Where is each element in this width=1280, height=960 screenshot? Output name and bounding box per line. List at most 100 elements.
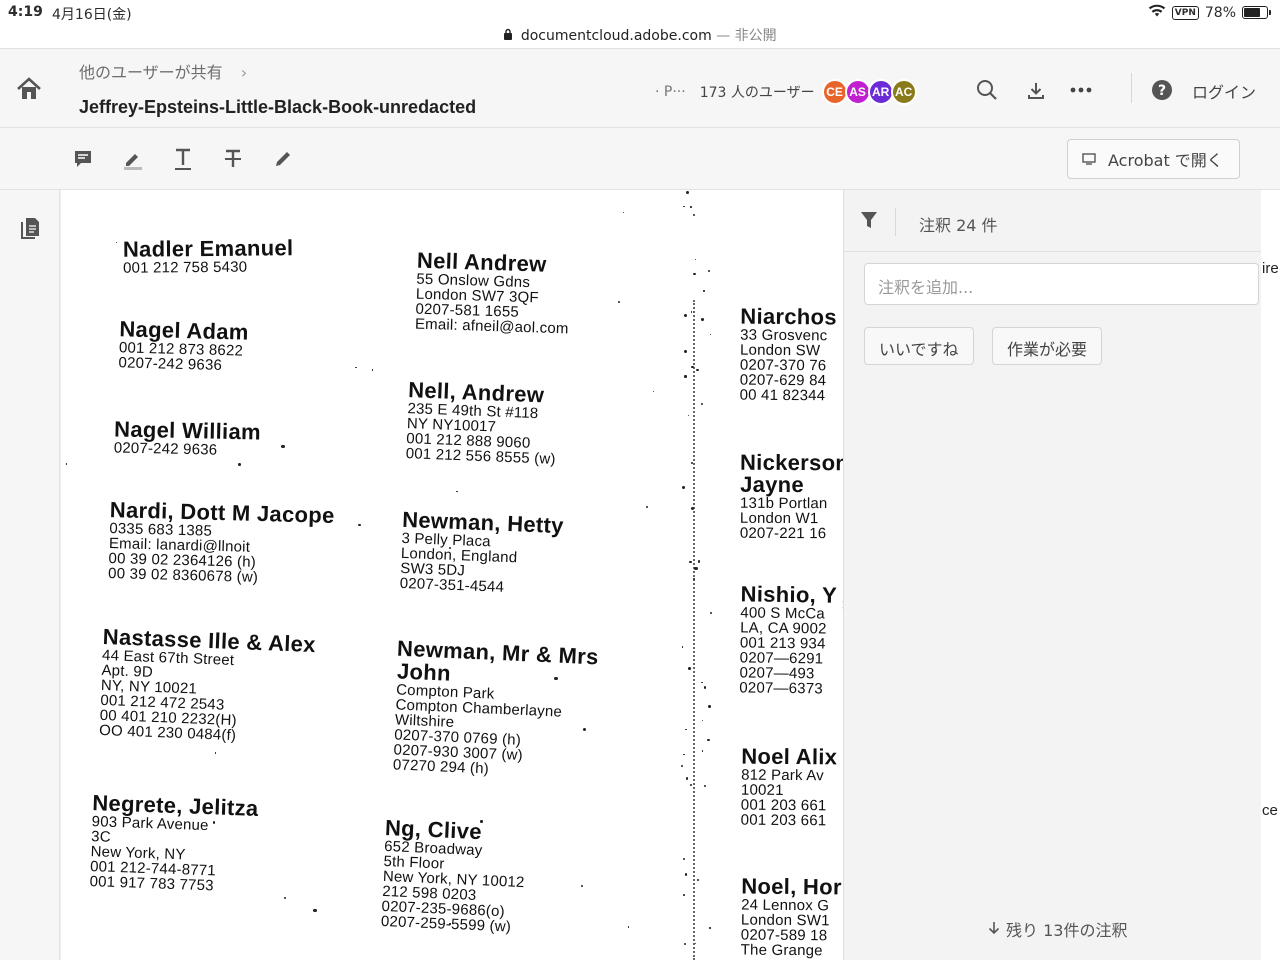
scan-speck — [693, 577, 696, 580]
download-icon[interactable] — [1023, 77, 1049, 103]
contact-entry: Nadler Emanuel 001 212 758 5430 — [123, 235, 294, 277]
text-underline-icon[interactable] — [170, 146, 196, 172]
scan-speck — [313, 908, 317, 913]
scan-speck — [683, 349, 687, 353]
document-viewer[interactable]: Nadler Emanuel 001 212 758 5430 Nagel Adam… — [61, 190, 843, 960]
add-comment-input[interactable]: 注釈を追加... — [864, 263, 1259, 305]
arrow-down-icon — [988, 920, 1000, 939]
scan-speck — [683, 205, 685, 208]
chevron-right-icon: › — [240, 63, 248, 82]
scan-speck — [687, 667, 691, 671]
contact-entry: John Compton Park Compton Chamberlayne Wilt… — [393, 658, 564, 779]
scan-speck — [697, 878, 700, 881]
contact-detail: 0207—6373 — [739, 679, 823, 698]
scan-speck — [681, 646, 684, 648]
contact-detail: The Grange — [740, 941, 823, 960]
scan-speck — [687, 414, 690, 417]
breadcrumb[interactable]: 他のユーザーが共有 › — [79, 59, 247, 83]
contact-entry: Nardi, Dott M Jacope 0335 683 1385 Email: … — [108, 497, 335, 587]
scan-speck — [580, 885, 583, 888]
contact-entry: Niarchos 33 Grosvenc London SW 0207-370 76 0… — [740, 304, 837, 405]
scan-speck — [689, 783, 692, 787]
scan-speck — [697, 560, 701, 563]
status-bar: 4:19 4月16日(金) documentcloud.adobe.com — … — [0, 0, 1280, 48]
scan-speck — [693, 272, 696, 276]
contact-entry: Negrete, Jelitza 903 Park Avenue 3C New Yor… — [89, 790, 259, 895]
scan-speck — [709, 333, 711, 336]
filter-icon[interactable] — [859, 210, 879, 234]
contact-name: Nishio, Y — [740, 581, 838, 608]
remaining-comments-link[interactable]: 残り 13件の注釈 — [988, 917, 1127, 941]
scan-speck — [684, 375, 687, 378]
avatar[interactable]: AR — [867, 79, 894, 105]
url-text: documentcloud.adobe.com — [520, 28, 712, 44]
comment-count: 注釈 24 件 — [919, 216, 998, 235]
pencil-icon[interactable] — [270, 146, 296, 172]
scan-speck — [701, 318, 704, 321]
contact-detail: 001 203 661 — [740, 811, 827, 830]
scan-speck — [703, 686, 707, 689]
contact-entry: Noel, Hor 24 Lennox G London SW1 0207-589 1… — [740, 874, 842, 960]
strikethrough-icon[interactable] — [220, 146, 246, 172]
remaining-comments-label: 残り 13件の注釈 — [1006, 921, 1128, 940]
scan-speck — [702, 720, 704, 722]
offscreen-text: ce — [1262, 802, 1278, 819]
open-in-acrobat-button[interactable]: Acrobat で開く — [1067, 139, 1240, 179]
header-separator — [895, 208, 896, 236]
contact-detail: 001 212 758 5430 — [123, 258, 248, 277]
comments-panel: 注釈 24 件 注釈を追加... いいですね 作業が必要 残り 13件の注釈 — [843, 190, 1262, 960]
scan-speck — [692, 214, 695, 217]
scan-speck — [684, 728, 687, 731]
scan-speck — [449, 923, 451, 925]
search-icon[interactable] — [974, 77, 1000, 103]
document-title: Jeffrey-Epsteins-Little-Black-Book-unred… — [79, 97, 477, 117]
avatar[interactable]: AS — [844, 79, 871, 105]
avatar[interactable]: CE — [821, 79, 848, 105]
header-divider — [1131, 73, 1132, 103]
highlight-icon[interactable] — [120, 146, 146, 172]
scan-speck — [456, 490, 459, 493]
scan-speck — [281, 445, 285, 449]
svg-text:?: ? — [1158, 83, 1166, 99]
shared-users[interactable]: · P··· 173 人のユーザー CE AS AR AC — [655, 79, 917, 105]
help-icon[interactable]: ? — [1149, 77, 1175, 103]
scan-speck — [685, 190, 689, 194]
avatar-group[interactable]: CE AS AR AC — [821, 79, 917, 105]
scan-speck — [448, 546, 451, 549]
right-edge-strip — [1261, 190, 1280, 960]
scan-speck — [701, 750, 704, 752]
address-bar[interactable]: documentcloud.adobe.com — 非公開 — [0, 25, 1280, 45]
home-icon[interactable] — [14, 75, 46, 105]
vpn-badge: VPN — [1171, 5, 1199, 20]
private-label: — 非公開 — [716, 28, 777, 44]
scan-speck — [694, 258, 696, 260]
scan-speck — [371, 369, 374, 371]
scan-speck — [683, 313, 687, 318]
scan-speck — [582, 727, 586, 732]
scan-speck — [708, 269, 711, 272]
like-chip[interactable]: いいですね — [864, 327, 974, 365]
more-icon[interactable] — [1068, 77, 1094, 103]
scan-speck — [690, 206, 692, 208]
scan-speck — [115, 241, 117, 244]
avatar[interactable]: AC — [890, 79, 917, 105]
needs-work-chip[interactable]: 作業が必要 — [992, 327, 1103, 365]
status-time: 4:19 — [8, 4, 43, 20]
contact-name: Noel Alix — [741, 743, 838, 770]
login-button[interactable]: ログイン — [1192, 79, 1256, 103]
scan-speck — [652, 390, 654, 393]
comment-icon[interactable] — [70, 146, 96, 172]
battery-icon — [1242, 6, 1271, 19]
status-date: 4月16日(金) — [52, 7, 132, 23]
comments-panel-header: 注釈 24 件 — [844, 190, 1262, 252]
open-in-acrobat-label: Acrobat で開く — [1108, 151, 1223, 170]
scan-speck — [683, 857, 686, 861]
page-thumbnails-icon[interactable] — [19, 216, 41, 244]
scan-speck — [689, 561, 692, 564]
scan-speck — [694, 566, 698, 571]
battery-percent: 78% — [1204, 4, 1236, 21]
scan-speck — [645, 505, 648, 509]
contact-entry: Ng, Clive 652 Broadway 5th Floor New York, … — [381, 815, 528, 936]
contact-entry: Nagel Adam 001 212 873 8622 0207-242 9636 — [118, 316, 249, 374]
scan-speck — [358, 523, 361, 526]
